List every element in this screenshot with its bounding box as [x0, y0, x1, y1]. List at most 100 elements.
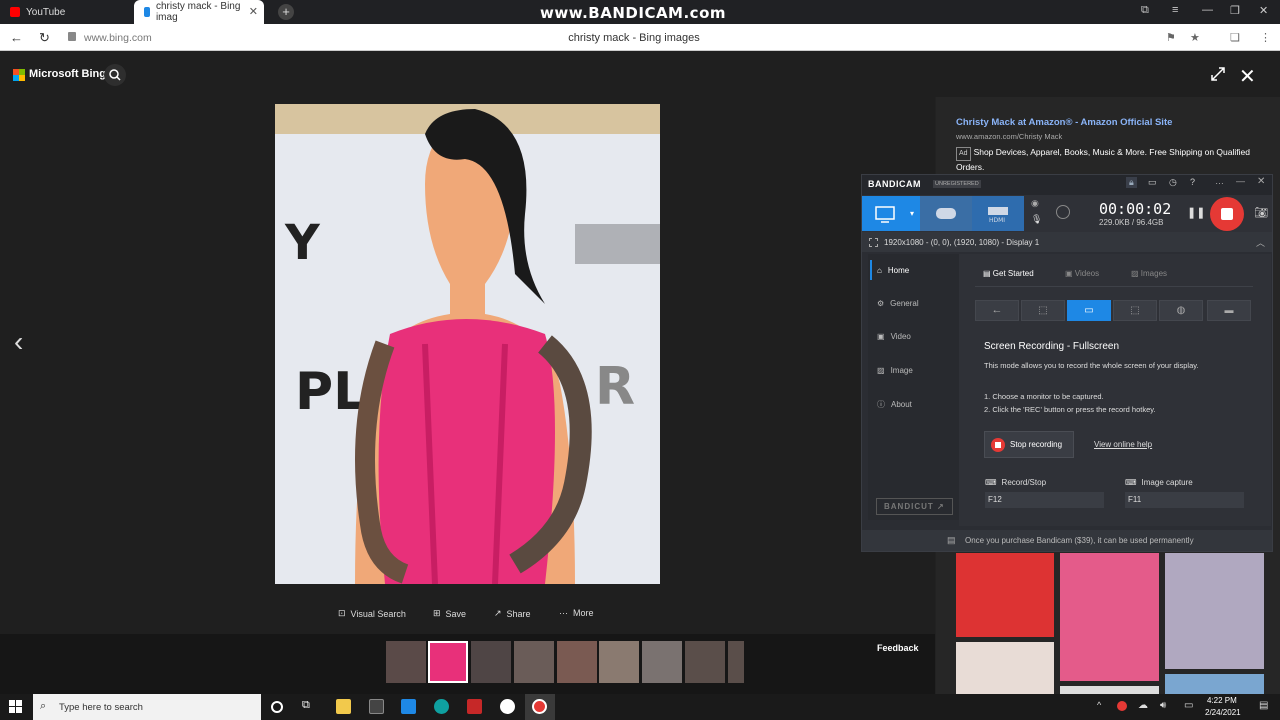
filmstrip-thumbnail[interactable] — [599, 641, 639, 683]
task-view-icon[interactable]: ⧉ — [302, 699, 317, 714]
message-icon: ▤ — [947, 535, 956, 545]
keyboard-tray-icon[interactable]: ▭ — [1184, 700, 1193, 711]
hdmi-mode-button[interactable]: HDMI — [972, 196, 1024, 231]
filmstrip-thumbnail-selected[interactable] — [428, 641, 468, 683]
pause-button[interactable]: ❚❚ — [1187, 206, 1205, 219]
related-image[interactable] — [956, 553, 1054, 637]
cloud-icon[interactable]: ☁ — [1138, 700, 1148, 711]
edge-icon[interactable] — [434, 699, 449, 714]
clock-time[interactable]: 4:22 PM — [1207, 696, 1237, 705]
around-mouse-mode-button[interactable]: ⬚ — [1113, 300, 1157, 321]
sidebar-item-general[interactable]: ⚙ General — [877, 299, 919, 308]
sidebar-item-home[interactable]: ⌂ Home — [877, 266, 909, 275]
filmstrip-thumbnail[interactable] — [557, 641, 597, 683]
game-mode-button[interactable] — [920, 196, 972, 231]
yandex-icon[interactable] — [500, 699, 515, 714]
ad-title-link[interactable]: Christy Mack at Amazon® - Amazon Officia… — [956, 117, 1172, 128]
menu-icon[interactable]: ≡ — [1172, 4, 1178, 16]
save-button[interactable]: ⊞ Save — [433, 608, 466, 619]
image-capture-hotkey-field[interactable]: F11 — [1125, 492, 1244, 508]
sidebar-item-video[interactable]: ▣ Video — [877, 332, 911, 341]
tab-youtube[interactable]: YouTube — [0, 0, 132, 24]
stop-record-button[interactable] — [1210, 197, 1244, 231]
more-menu-icon[interactable]: ⋮ — [1260, 31, 1271, 44]
more-button[interactable]: ··· More — [559, 608, 594, 618]
camera-icon[interactable]: 📷︎ — [1254, 206, 1268, 219]
related-image[interactable] — [1060, 686, 1159, 694]
microphone-icon[interactable]: 🎙︎ — [1031, 214, 1042, 225]
back-mode-button[interactable]: ← — [975, 300, 1019, 321]
new-tab-button[interactable]: + — [278, 4, 294, 20]
previous-image-icon[interactable]: ‹ — [14, 326, 23, 358]
filmstrip-thumbnail[interactable] — [514, 641, 554, 683]
tab-bing[interactable]: christy mack - Bing imag ✕ — [134, 0, 264, 24]
collapse-icon[interactable]: … — [1215, 176, 1224, 186]
close-window-icon[interactable]: ✕ — [1259, 4, 1268, 17]
filmstrip-thumbnail[interactable] — [728, 641, 744, 683]
clock-icon[interactable]: ◷ — [1169, 177, 1177, 188]
fullscreen-mode-button[interactable]: ▭ — [1067, 300, 1111, 321]
bandicut-button[interactable]: BANDICUT ↗ — [876, 498, 953, 515]
show-hidden-icons[interactable]: ^ — [1097, 700, 1101, 710]
bandicam-sidebar — [868, 254, 959, 520]
folder-icon[interactable]: ▭ — [1148, 177, 1157, 188]
stop-recording-button[interactable]: Stop recording — [984, 431, 1074, 458]
cortana-icon[interactable] — [271, 701, 283, 713]
recording-timer: 00:00:02 — [1099, 200, 1172, 218]
main-image[interactable]: Y PL R — [275, 104, 660, 584]
feedback-link[interactable]: Feedback — [877, 643, 919, 653]
tab-images[interactable]: ▨ Images — [1131, 269, 1167, 278]
bandicam-tray-icon[interactable] — [1117, 701, 1127, 711]
translate-icon[interactable]: ⚑ — [1166, 31, 1176, 44]
share-button[interactable]: ↗ Share — [494, 608, 531, 619]
maximize-icon[interactable]: ❐ — [1230, 4, 1240, 17]
bing-logo-text[interactable]: Microsoft Bing — [29, 68, 106, 80]
bookmark-icon[interactable]: ★ — [1190, 31, 1200, 44]
purchase-notice[interactable]: Once you purchase Bandicam ($39), it can… — [965, 536, 1194, 545]
bandicam-titlebar — [862, 175, 1272, 195]
tab-videos[interactable]: ▣ Videos — [1065, 269, 1099, 278]
game-mode-tab-button[interactable]: ◍ — [1159, 300, 1203, 321]
related-image[interactable] — [956, 642, 1054, 694]
screen-mode-button[interactable]: ▾ — [862, 196, 920, 231]
record-stop-hotkey-field[interactable]: F12 — [985, 492, 1104, 508]
webcam-toggle-icon[interactable]: ◉ — [1031, 198, 1039, 209]
sidebar-item-about[interactable]: ⓘ About — [877, 399, 912, 410]
tab-search-icon[interactable]: ⧉ — [1141, 4, 1149, 17]
expand-icon[interactable] — [1210, 66, 1226, 87]
close-viewer-icon[interactable]: ✕ — [1239, 64, 1256, 89]
chevron-up-icon[interactable]: ︿ — [1256, 236, 1265, 249]
mail-icon[interactable] — [401, 699, 416, 714]
related-image[interactable] — [1060, 553, 1159, 681]
lock-icon[interactable]: 🔒︎ — [1126, 177, 1137, 188]
file-explorer-icon[interactable] — [336, 699, 351, 714]
related-image[interactable] — [1165, 553, 1264, 669]
volume-icon[interactable]: 🔊︎ — [1160, 700, 1166, 711]
windows-start-icon[interactable] — [9, 700, 22, 718]
filmstrip-thumbnail[interactable] — [685, 641, 725, 683]
filmstrip-thumbnail[interactable] — [386, 641, 426, 683]
device-mode-button[interactable]: ▬ — [1207, 300, 1251, 321]
tab-get-started[interactable]: ▤ Get Started — [983, 269, 1034, 278]
close-tab-icon[interactable]: ✕ — [249, 5, 258, 18]
minimize-icon[interactable]: — — [1202, 4, 1213, 16]
rectangle-mode-button[interactable]: ⬚ — [1021, 300, 1065, 321]
filmstrip-thumbnail[interactable] — [471, 641, 511, 683]
minimize-icon[interactable]: — — [1236, 176, 1245, 186]
mcafee-icon[interactable] — [467, 699, 482, 714]
online-help-link[interactable]: View online help — [1094, 440, 1152, 449]
visual-search-button[interactable]: ⊡ Visual Search — [338, 608, 406, 619]
notifications-icon[interactable]: ▤ — [1259, 700, 1268, 711]
webcam-icon[interactable] — [1056, 205, 1070, 219]
store-icon[interactable] — [369, 699, 384, 714]
search-icon[interactable] — [104, 64, 126, 86]
filmstrip-thumbnail[interactable] — [642, 641, 682, 683]
collections-icon[interactable]: ❏ — [1230, 31, 1240, 44]
close-icon[interactable]: ✕ — [1257, 176, 1265, 187]
help-icon[interactable]: ? — [1190, 177, 1195, 187]
sidebar-item-image[interactable]: ▨ Image — [877, 366, 913, 375]
bandicam-taskbar-icon[interactable] — [532, 699, 547, 714]
clock-date[interactable]: 2/24/2021 — [1205, 708, 1241, 717]
ad-description-text: Shop Devices, Apparel, Books, Music & Mo… — [956, 147, 1250, 172]
related-image[interactable] — [1165, 674, 1264, 694]
